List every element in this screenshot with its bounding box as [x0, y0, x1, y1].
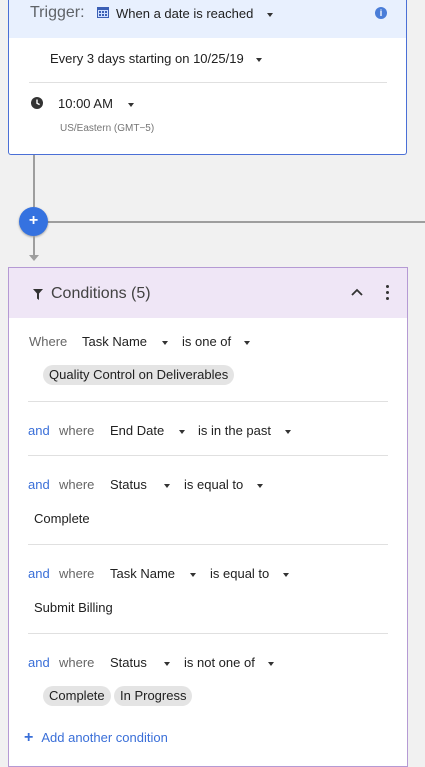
dropdown-arrow-icon: [127, 102, 134, 107]
operator-dropdown[interactable]: is in the past: [198, 423, 291, 438]
info-icon[interactable]: i: [375, 7, 387, 19]
dropdown-arrow-icon: [164, 661, 171, 666]
field-value: Task Name: [110, 566, 176, 581]
time-dropdown[interactable]: 10:00 AM: [58, 96, 134, 111]
field-dropdown[interactable]: End Date: [110, 423, 185, 438]
where-label: where: [59, 566, 95, 581]
and-label: and: [28, 423, 50, 438]
branch-line: [44, 221, 425, 223]
plus-icon: +: [24, 729, 34, 746]
trigger-type-value: When a date is reached: [116, 6, 254, 21]
operator-dropdown[interactable]: is equal to: [210, 566, 289, 581]
add-condition-button[interactable]: + Add another condition: [24, 729, 168, 747]
more-vert-icon[interactable]: [386, 285, 390, 301]
operator-value: is one of: [182, 334, 232, 349]
trigger-card: Trigger: When a date is reached i Every …: [8, 0, 407, 155]
where-label: Where: [29, 334, 68, 349]
recurrence-dropdown[interactable]: Every 3 days starting on 10/25/19: [50, 51, 263, 66]
field-value: Status: [110, 655, 147, 670]
field-value: Status: [110, 477, 147, 492]
dropdown-arrow-icon: [256, 483, 263, 488]
field-value: Task Name: [82, 334, 148, 349]
operator-value: is equal to: [210, 566, 270, 581]
filter-icon: [33, 289, 43, 300]
dropdown-arrow-icon: [266, 12, 273, 17]
and-label: and: [28, 477, 50, 492]
timezone-label: US/Eastern (GMT−5): [60, 123, 155, 134]
connector-line: [33, 155, 35, 207]
calendar-icon: [97, 7, 109, 18]
divider: [28, 401, 388, 402]
operator-value: is not one of: [184, 655, 255, 670]
field-dropdown[interactable]: Status: [110, 655, 171, 670]
divider: [28, 544, 388, 545]
value-chip[interactable]: Complete: [43, 686, 111, 706]
where-label: where: [59, 655, 95, 670]
where-label: where: [59, 423, 95, 438]
dropdown-arrow-icon: [284, 429, 291, 434]
plus-icon: +: [28, 212, 39, 229]
field-dropdown[interactable]: Status: [110, 477, 171, 492]
operator-value: is in the past: [198, 423, 271, 438]
field-dropdown[interactable]: Task Name: [110, 566, 196, 581]
time-value: 10:00 AM: [58, 96, 113, 111]
clock-icon: [31, 97, 43, 109]
value-chip[interactable]: In Progress: [114, 686, 193, 706]
add-step-button[interactable]: +: [19, 207, 48, 236]
dropdown-arrow-icon: [178, 429, 185, 434]
operator-dropdown[interactable]: is not one of: [184, 655, 275, 670]
conditions-title: Conditions (5): [51, 285, 151, 302]
recurrence-value: Every 3 days starting on 10/25/19: [50, 51, 244, 66]
divider: [28, 633, 388, 634]
and-label: and: [28, 566, 50, 581]
arrow-down-icon: [29, 255, 39, 261]
divider: [28, 455, 388, 456]
dropdown-arrow-icon: [268, 661, 275, 666]
dropdown-arrow-icon: [189, 572, 196, 577]
operator-dropdown[interactable]: is one of: [182, 334, 250, 349]
value-input[interactable]: Complete: [34, 511, 90, 526]
trigger-label: Trigger:: [30, 4, 85, 21]
trigger-type-dropdown[interactable]: When a date is reached: [116, 6, 273, 21]
value-input[interactable]: Submit Billing: [34, 600, 113, 615]
value-chip[interactable]: Quality Control on Deliverables: [43, 365, 235, 385]
dropdown-arrow-icon: [243, 340, 250, 345]
connector-line: [33, 236, 35, 256]
field-value: End Date: [110, 423, 165, 438]
add-condition-label: Add another condition: [41, 730, 168, 745]
operator-dropdown[interactable]: is equal to: [184, 477, 263, 492]
dropdown-arrow-icon: [282, 572, 289, 577]
operator-value: is equal to: [184, 477, 244, 492]
dropdown-arrow-icon: [161, 340, 168, 345]
where-label: where: [59, 477, 95, 492]
divider: [29, 82, 387, 83]
dropdown-arrow-icon: [164, 483, 171, 488]
chevron-up-icon[interactable]: [351, 288, 363, 296]
dropdown-arrow-icon: [256, 57, 263, 62]
and-label: and: [28, 655, 50, 670]
field-dropdown[interactable]: Task Name: [82, 334, 168, 349]
